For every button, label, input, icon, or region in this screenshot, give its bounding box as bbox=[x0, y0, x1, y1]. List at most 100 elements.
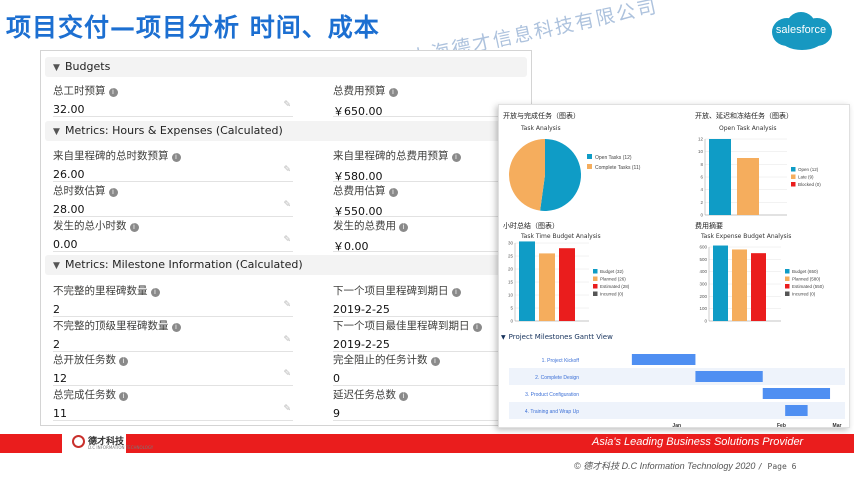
field-value: 26.00 bbox=[53, 168, 85, 181]
info-icon[interactable]: i bbox=[150, 288, 160, 297]
info-icon[interactable]: i bbox=[119, 392, 128, 401]
pencil-icon[interactable]: ✎ bbox=[283, 200, 291, 210]
field-label: 总完成任务数 bbox=[53, 389, 116, 401]
field-label: 发生的总费用 bbox=[333, 220, 396, 232]
bar-chart-task-expense-budget: 0 100 200 300 400 500 600 Budget (650) Planned (… bbox=[699, 245, 824, 324]
footer-copyright: © 德才科技 D.C Information Technology 2020 /… bbox=[574, 459, 796, 472]
legend-label: Budget (650) bbox=[792, 269, 819, 274]
y-tick-label: 0 bbox=[510, 319, 513, 324]
pie-slice bbox=[508, 139, 545, 211]
bar-chart-task-time-budget: 0 5 10 15 20 25 30 Budget (32) Planned (26) Estim… bbox=[508, 241, 630, 324]
info-icon[interactable]: i bbox=[119, 357, 128, 366]
info-icon[interactable]: i bbox=[171, 323, 181, 332]
y-tick-label: 0 bbox=[704, 319, 707, 324]
section-header-budgets[interactable]: ▼ Budgets bbox=[45, 57, 527, 77]
legend-label: Budget (32) bbox=[600, 269, 624, 274]
company-logo: 德才科技 D.C INFORMATION TECHNOLOGY bbox=[72, 433, 153, 453]
info-icon[interactable]: i bbox=[399, 223, 408, 232]
gantt-x-tick-label: Mar bbox=[833, 423, 842, 428]
field-label: 总开放任务数 bbox=[53, 354, 116, 366]
info-icon[interactable]: i bbox=[472, 323, 482, 332]
legend-label: Complete Tasks (11) bbox=[595, 165, 641, 171]
legend-swatch bbox=[593, 284, 598, 289]
y-tick-label: 400 bbox=[699, 269, 707, 274]
legend-label: Estimated (550) bbox=[792, 284, 824, 289]
field-total-complete-tasks: 总完成任务数 i 11 ✎ bbox=[53, 387, 297, 421]
legend-swatch bbox=[791, 167, 796, 172]
legend-label: Incurred (0) bbox=[600, 292, 624, 297]
section-header-milestone-info[interactable]: ▼ Metrics: Milestone Information (Calcula… bbox=[45, 255, 527, 275]
field-hours-estimate: 总时数估算 i 28.00 ✎ bbox=[53, 183, 297, 217]
info-icon[interactable]: i bbox=[388, 88, 398, 97]
info-icon[interactable]: i bbox=[451, 288, 461, 297]
y-tick-label: 6 bbox=[700, 175, 703, 180]
legend-swatch bbox=[791, 174, 796, 179]
pencil-icon[interactable]: ✎ bbox=[283, 404, 291, 414]
field-value: 12 bbox=[53, 372, 67, 385]
field-label: 不完整的顶级里程碑数量 bbox=[53, 320, 169, 332]
legend-label: Planned (26) bbox=[600, 277, 626, 282]
legend-swatch bbox=[593, 276, 598, 281]
gantt-bar bbox=[785, 405, 808, 416]
pencil-icon[interactable]: ✎ bbox=[283, 100, 291, 110]
gantt-title: Project Milestones Gantt View bbox=[508, 333, 613, 341]
pencil-icon[interactable]: ✎ bbox=[283, 335, 291, 345]
info-icon[interactable]: i bbox=[129, 223, 139, 232]
gantt-chart-milestones: 1. Project Kickoff 2. Complete Design 3. P… bbox=[509, 354, 845, 428]
gantt-section-header[interactable]: ▼ Project Milestones Gantt View bbox=[501, 333, 613, 341]
legend-swatch bbox=[587, 164, 592, 169]
gantt-x-tick-label: Feb bbox=[777, 423, 786, 428]
field-label: 下一个项目最佳里程碑到期日 bbox=[333, 320, 470, 332]
info-icon[interactable]: i bbox=[430, 357, 440, 366]
chart-title: Open Task Analysis bbox=[719, 125, 777, 132]
bar bbox=[737, 158, 759, 215]
field-milestone-hours-budget: 来自里程碑的总时数预算 i 26.00 ✎ bbox=[53, 148, 297, 182]
salesforce-logo: salesforce bbox=[768, 10, 834, 52]
info-icon[interactable]: i bbox=[388, 188, 398, 197]
info-icon[interactable]: i bbox=[108, 88, 118, 97]
y-tick-label: 10 bbox=[508, 293, 514, 298]
footer-tagline: Asia's Leading Business Solutions Provid… bbox=[592, 436, 804, 448]
pencil-icon[interactable]: ✎ bbox=[283, 165, 291, 175]
legend-label: Open (12) bbox=[798, 167, 819, 172]
legend-label: Blocked (0) bbox=[798, 182, 821, 187]
gantt-task-label: 1. Project Kickoff bbox=[542, 358, 580, 364]
chart-title: Task Expense Budget Analysis bbox=[701, 233, 792, 240]
copyright-text: © 德才科技 D.C Information Technology 2020 bbox=[574, 461, 756, 471]
field-value: 11 bbox=[53, 407, 67, 420]
gantt-task-label: 2. Complete Design bbox=[535, 375, 579, 381]
legend-swatch bbox=[593, 269, 598, 274]
y-tick-label: 0 bbox=[700, 213, 703, 218]
section-header-hours-expenses[interactable]: ▼ Metrics: Hours & Expenses (Calculated) bbox=[45, 121, 527, 141]
field-label: 总费用估算 bbox=[333, 185, 386, 197]
gantt-task-label: 3. Product Configuration bbox=[525, 392, 579, 398]
info-icon[interactable]: i bbox=[399, 392, 408, 401]
bar bbox=[732, 249, 747, 321]
y-tick-label: 10 bbox=[698, 149, 704, 154]
bar bbox=[751, 253, 766, 321]
legend-swatch bbox=[785, 284, 790, 289]
y-tick-label: 30 bbox=[508, 241, 514, 246]
pencil-icon[interactable]: ✎ bbox=[283, 235, 291, 245]
y-tick-label: 12 bbox=[698, 137, 704, 142]
bar bbox=[713, 245, 728, 321]
chevron-down-icon: ▼ bbox=[53, 261, 60, 271]
legend-swatch bbox=[785, 291, 790, 296]
y-tick-label: 4 bbox=[700, 187, 703, 192]
pencil-icon[interactable]: ✎ bbox=[283, 300, 291, 310]
field-value: 2 bbox=[53, 338, 60, 351]
gantt-bar bbox=[631, 354, 696, 365]
card-task-expense-budget: 费用摘要 Task Expense Budget Analysis 0 100 20… bbox=[695, 221, 849, 329]
info-icon[interactable]: i bbox=[108, 188, 118, 197]
field-total-open-tasks: 总开放任务数 i 12 ✎ bbox=[53, 352, 297, 386]
card-title: 开放、延迟和冻结任务（图表） bbox=[695, 112, 793, 120]
field-label: 来自里程碑的总时数预算 bbox=[53, 150, 169, 162]
pie-slice bbox=[540, 139, 581, 211]
info-icon[interactable]: i bbox=[171, 153, 181, 162]
project-dashboard: 开放与完成任务（图表） Task Analysis Open Tasks (12… bbox=[498, 104, 850, 428]
bar bbox=[709, 139, 731, 215]
y-tick-label: 25 bbox=[508, 254, 514, 259]
info-icon[interactable]: i bbox=[451, 153, 461, 162]
pencil-icon[interactable]: ✎ bbox=[283, 369, 291, 379]
card-title: 小时总结（图表） bbox=[503, 222, 559, 230]
